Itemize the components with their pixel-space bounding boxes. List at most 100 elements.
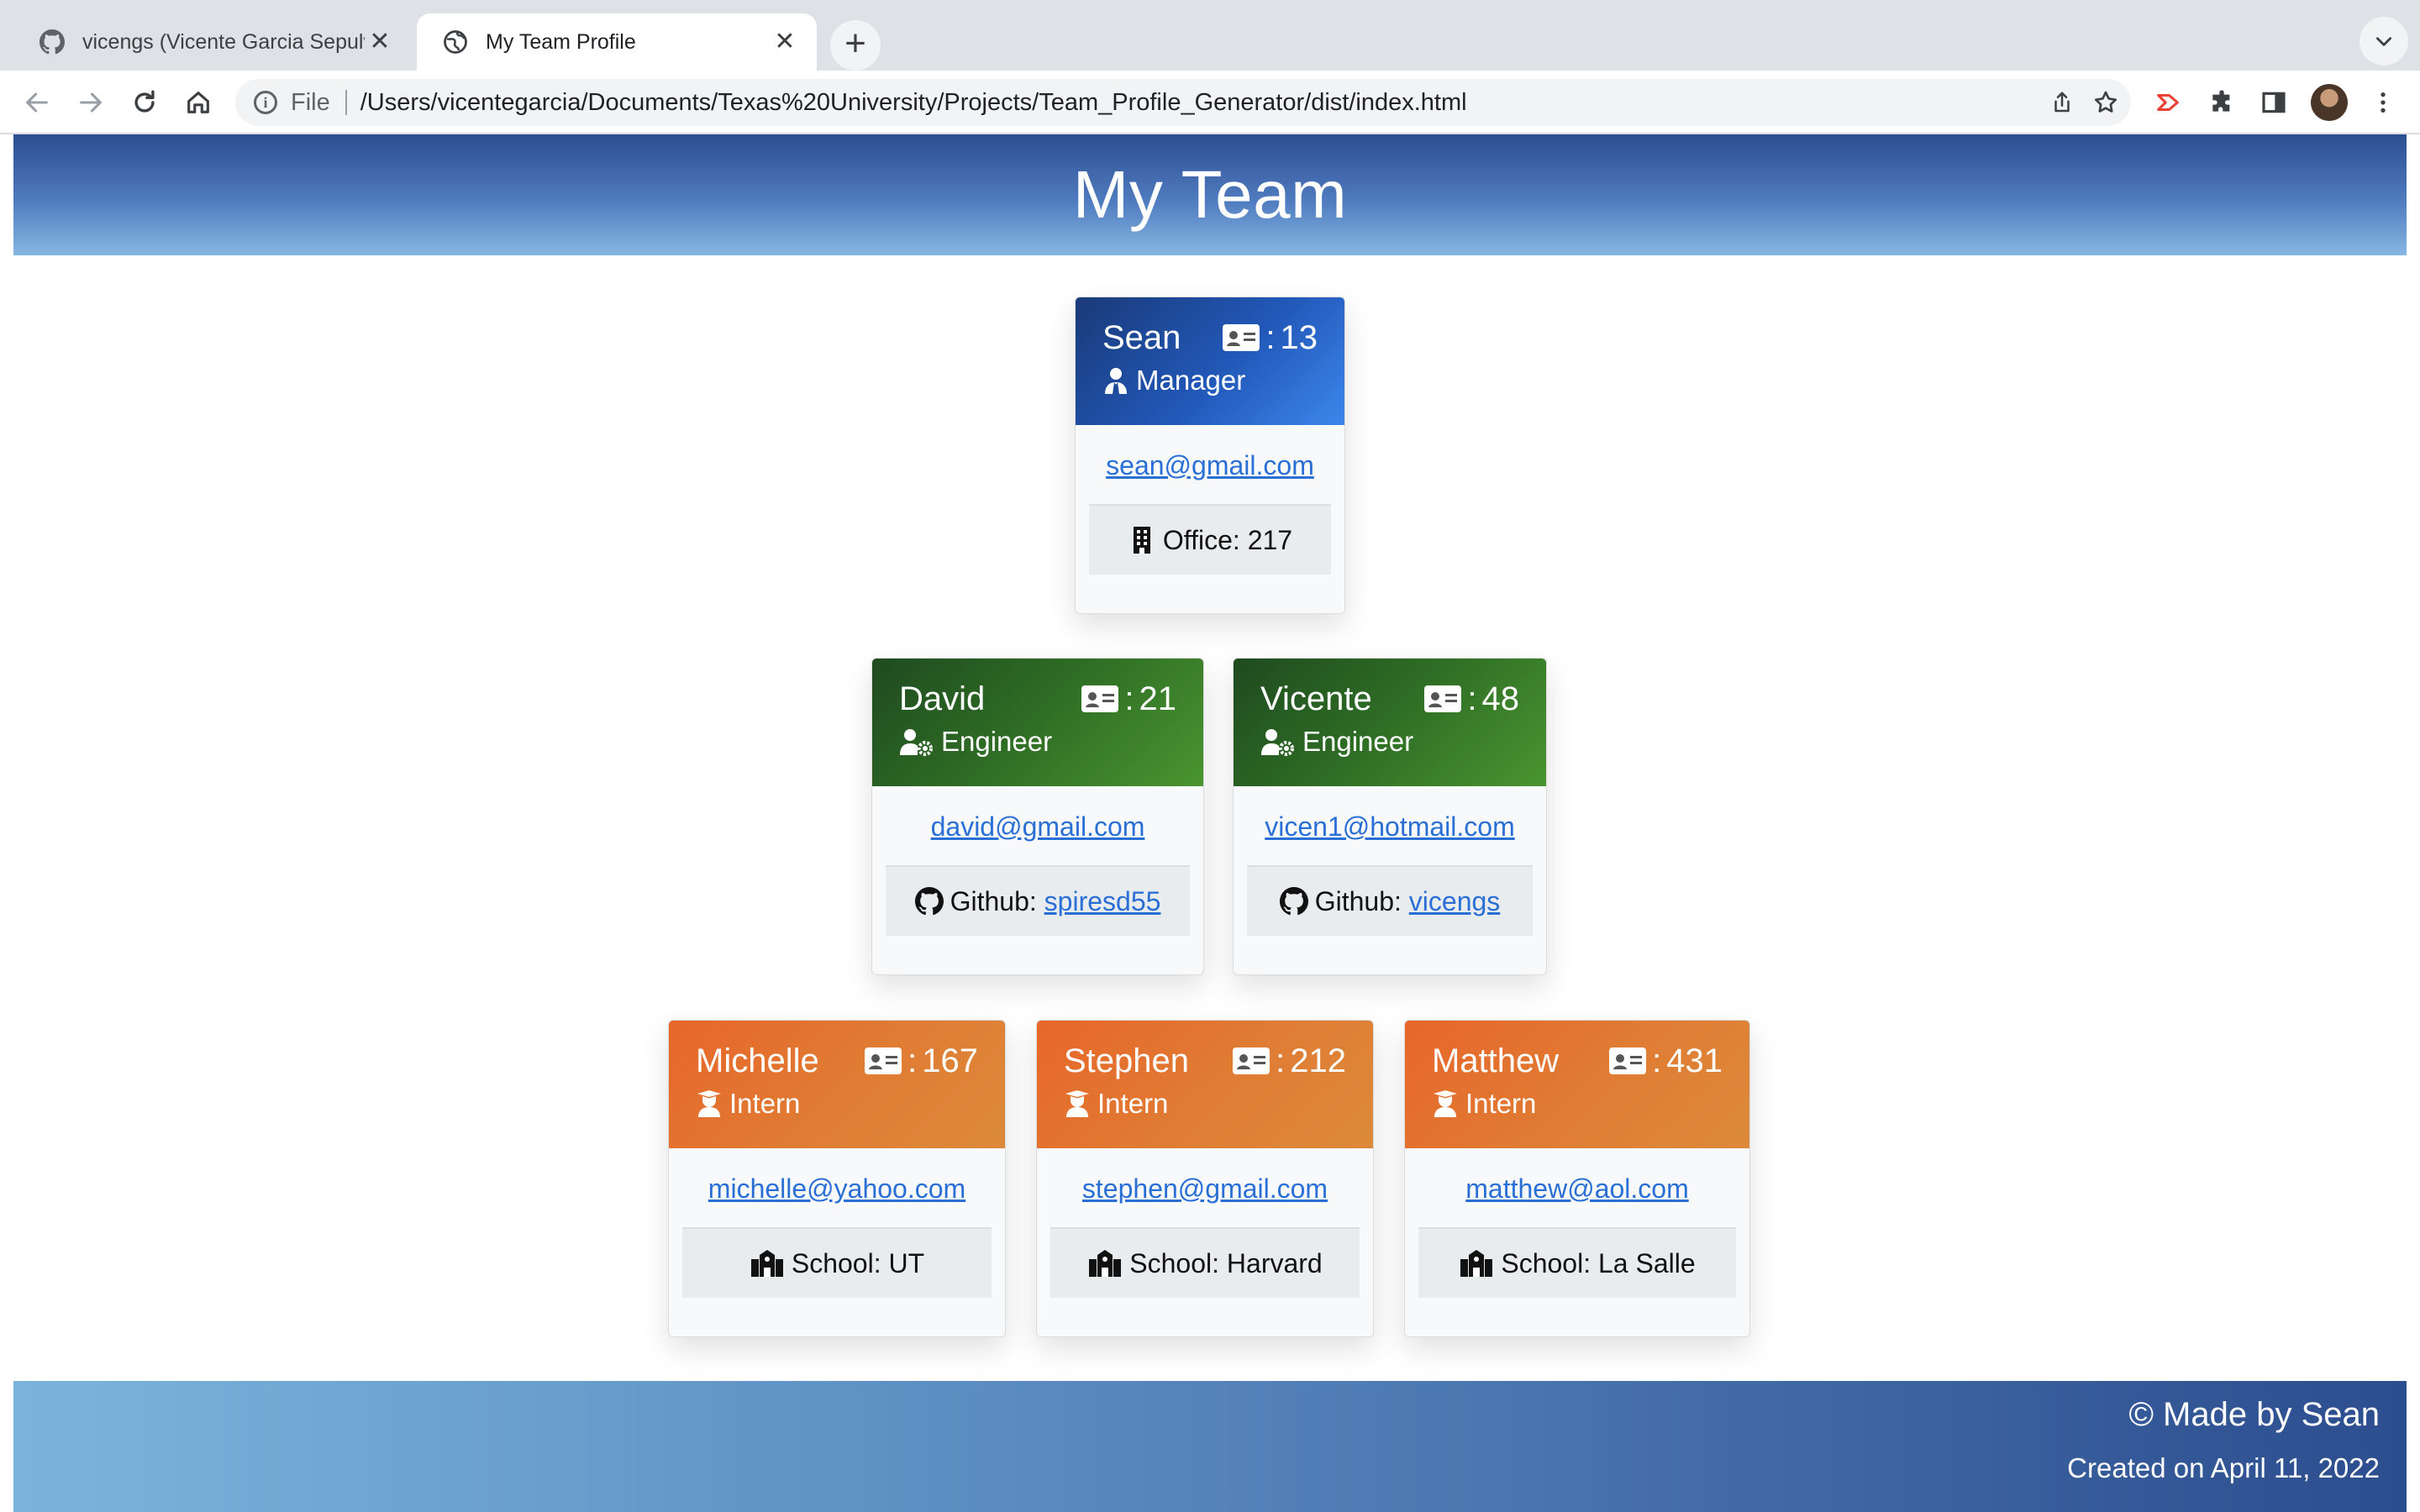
card-header: Stephen : 212 Intern	[1037, 1021, 1373, 1148]
tab-title: vicengs (Vicente Garcia Sepulv	[82, 29, 365, 54]
bookmark-button[interactable]	[2087, 84, 2124, 121]
user-tie-icon	[1105, 368, 1127, 394]
github-icon	[1279, 887, 1308, 916]
new-tab-button[interactable]: +	[830, 20, 881, 71]
url-text[interactable]: /Users/vicentegarcia/Documents/Texas%20U…	[360, 89, 1467, 117]
office-info: Office: 217	[1089, 506, 1331, 575]
reload-icon	[134, 90, 155, 113]
github-username-link[interactable]: vicengs	[1409, 886, 1501, 917]
employee-role: Intern	[729, 1088, 801, 1119]
school-name: School: Harvard	[1129, 1247, 1323, 1278]
employee-name: Matthew	[1432, 1042, 1560, 1079]
forward-button[interactable]	[71, 82, 111, 123]
tab-my-team-profile[interactable]: My Team Profile ✕	[417, 13, 817, 71]
extensions-button[interactable]	[2202, 82, 2242, 123]
employee-id: : 13	[1222, 319, 1318, 357]
email-link[interactable]: david@gmail.com	[886, 786, 1190, 867]
side-panel-button[interactable]	[2254, 82, 2294, 123]
email-link[interactable]: matthew@aol.com	[1418, 1148, 1736, 1229]
building-icon	[1133, 527, 1150, 554]
team-header: My Team	[13, 134, 2407, 255]
tab-close-button[interactable]: ✕	[365, 27, 395, 57]
share-button[interactable]	[2044, 84, 2081, 121]
email-link[interactable]: michelle@yahoo.com	[682, 1148, 992, 1229]
id-card-icon	[865, 1047, 902, 1074]
intern-card: Michelle : 167 Intern michelle@yahoo.com…	[668, 1020, 1006, 1337]
info-icon[interactable]: i	[254, 91, 277, 114]
id-card-icon	[1233, 1047, 1270, 1074]
github-username-link[interactable]: spiresd55	[1044, 886, 1161, 917]
employee-name: Michelle	[696, 1042, 819, 1079]
email-link[interactable]: sean@gmail.com	[1089, 425, 1331, 506]
tab-title: My Team Profile	[486, 29, 636, 54]
employee-role: Intern	[1465, 1088, 1537, 1119]
office-number: Office: 217	[1162, 524, 1293, 555]
card-header: Michelle : 167 Intern	[669, 1021, 1005, 1148]
card-header: Sean : 13 Manager	[1076, 297, 1344, 425]
user-gear-icon	[900, 729, 933, 756]
user-gear-icon	[1261, 729, 1294, 756]
employee-id-value: 13	[1280, 318, 1318, 356]
manager-card: Sean : 13 Manager sean@gmail.com Office:…	[1075, 297, 1345, 614]
home-button[interactable]	[178, 82, 218, 123]
share-icon	[2054, 92, 2070, 113]
arrow-left-icon	[26, 92, 48, 113]
employee-name: Sean	[1102, 318, 1181, 356]
address-bar[interactable]: i File /Users/vicentegarcia/Documents/Te…	[235, 79, 2131, 126]
email-link[interactable]: stephen@gmail.com	[1050, 1148, 1360, 1229]
page-footer: © Made by Sean Created on April 11, 2022	[13, 1381, 2407, 1512]
employee-id-value: 48	[1481, 680, 1520, 717]
school-icon	[1089, 1250, 1122, 1277]
employee-id-value: 167	[922, 1042, 978, 1079]
tab-github[interactable]: vicengs (Vicente Garcia Sepulv ✕	[13, 13, 412, 71]
id-card-icon	[1424, 685, 1462, 712]
id-separator: :	[1124, 680, 1134, 717]
github-icon	[39, 29, 66, 55]
email-link[interactable]: vicen1@hotmail.com	[1247, 786, 1533, 867]
engineer-card: Vicente : 48 Engineer vicen1@hotmail.com…	[1233, 658, 1547, 975]
footer-credit: © Made by Sean	[2128, 1396, 2380, 1433]
id-separator: :	[1652, 1042, 1662, 1079]
id-separator: :	[1467, 680, 1477, 717]
id-separator: :	[1265, 318, 1276, 356]
employee-role: Engineer	[1302, 726, 1414, 757]
employee-id-value: 431	[1666, 1042, 1723, 1079]
school-info: School: La Salle	[1418, 1229, 1736, 1298]
url-scheme-label: File	[291, 88, 330, 116]
tab-strip: vicengs (Vicente Garcia Sepulv ✕ My Team…	[0, 0, 2420, 71]
reload-button[interactable]	[124, 82, 165, 123]
side-panel-icon	[2262, 92, 2286, 113]
employee-role: Engineer	[941, 726, 1053, 757]
github-label: Github:	[1314, 885, 1402, 916]
id-card-icon	[1609, 1047, 1647, 1074]
graduate-icon	[1065, 1090, 1089, 1117]
employee-id: : 48	[1423, 680, 1519, 718]
tab-close-button[interactable]: ✕	[770, 27, 800, 57]
school-name: School: UT	[791, 1247, 925, 1278]
github-info: Github: vicengs	[1247, 867, 1533, 936]
globe-icon	[442, 29, 469, 55]
school-icon	[750, 1250, 783, 1277]
employee-id-value: 21	[1139, 680, 1177, 717]
graduate-icon	[697, 1090, 721, 1117]
puzzle-icon	[2212, 90, 2230, 112]
home-icon	[187, 92, 209, 113]
card-header: David : 21 Engineer	[872, 659, 1203, 786]
profile-avatar[interactable]	[2311, 84, 2348, 121]
back-button[interactable]	[17, 82, 57, 123]
cast-extension-button[interactable]	[2148, 82, 2188, 123]
footer-date: Created on April 11, 2022	[2067, 1452, 2380, 1483]
tab-search-button[interactable]	[2360, 17, 2408, 66]
github-label: Github:	[950, 885, 1037, 916]
browser-toolbar: i File /Users/vicentegarcia/Documents/Te…	[0, 71, 2420, 134]
employee-role: Intern	[1097, 1088, 1169, 1119]
school-name: School: La Salle	[1501, 1247, 1696, 1278]
engineer-card: David : 21 Engineer david@gmail.com Gith…	[871, 658, 1204, 975]
card-header: Vicente : 48 Engineer	[1234, 659, 1546, 786]
id-separator: :	[1276, 1042, 1286, 1079]
employee-id: : 212	[1232, 1042, 1346, 1080]
extension-cast-icon	[2157, 93, 2179, 112]
browser-menu-button[interactable]	[2363, 82, 2403, 123]
arrow-right-icon	[80, 92, 102, 113]
school-info: School: Harvard	[1050, 1229, 1360, 1298]
